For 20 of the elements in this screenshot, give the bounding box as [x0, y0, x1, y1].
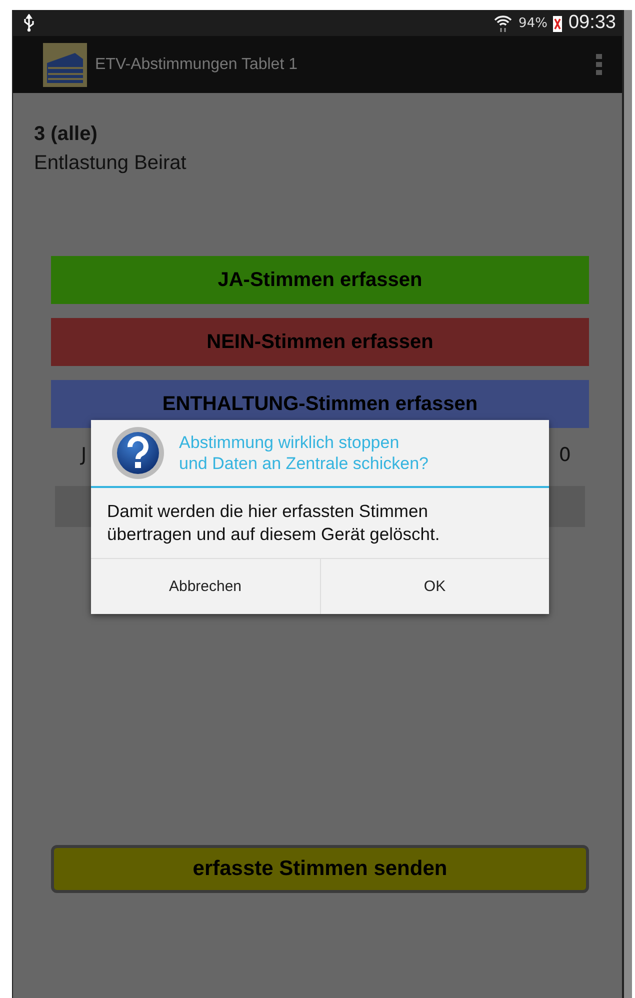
- question-icon: [111, 426, 165, 480]
- row-text: J: [81, 444, 87, 466]
- battery-percent: 94%: [518, 16, 548, 30]
- dialog-title: Abstimmung wirklich stoppen und Daten an Zentrale schicken?: [179, 432, 428, 474]
- dialog-button[interactable]: OK: [320, 558, 549, 614]
- send-button[interactable]: erfasste Stimmen senden: [51, 845, 589, 893]
- row-value: 0: [558, 444, 571, 466]
- overflow-menu-icon[interactable]: [596, 54, 602, 76]
- clock-time: 09:33: [568, 12, 616, 34]
- usb-icon: [23, 14, 35, 32]
- battery-icon: [553, 14, 562, 32]
- dialog-message: Damit werden die hier erfassten Stimmen übertragen und auf diesem Gerät gelöscht.: [91, 488, 549, 558]
- wifi-icon: [492, 13, 513, 33]
- app-title: ETV-Abstimmungen Tablet 1: [95, 56, 298, 74]
- agenda-number: 3 (alle): [34, 123, 98, 146]
- dialog-button[interactable]: Abbrechen: [91, 558, 320, 614]
- vote-button[interactable]: JA-Stimmen erfassen: [51, 256, 589, 304]
- building-logo-icon: [43, 42, 87, 86]
- vote-button[interactable]: NEIN-Stimmen erfassen: [51, 318, 589, 366]
- agenda-title: Entlastung Beirat: [34, 152, 188, 175]
